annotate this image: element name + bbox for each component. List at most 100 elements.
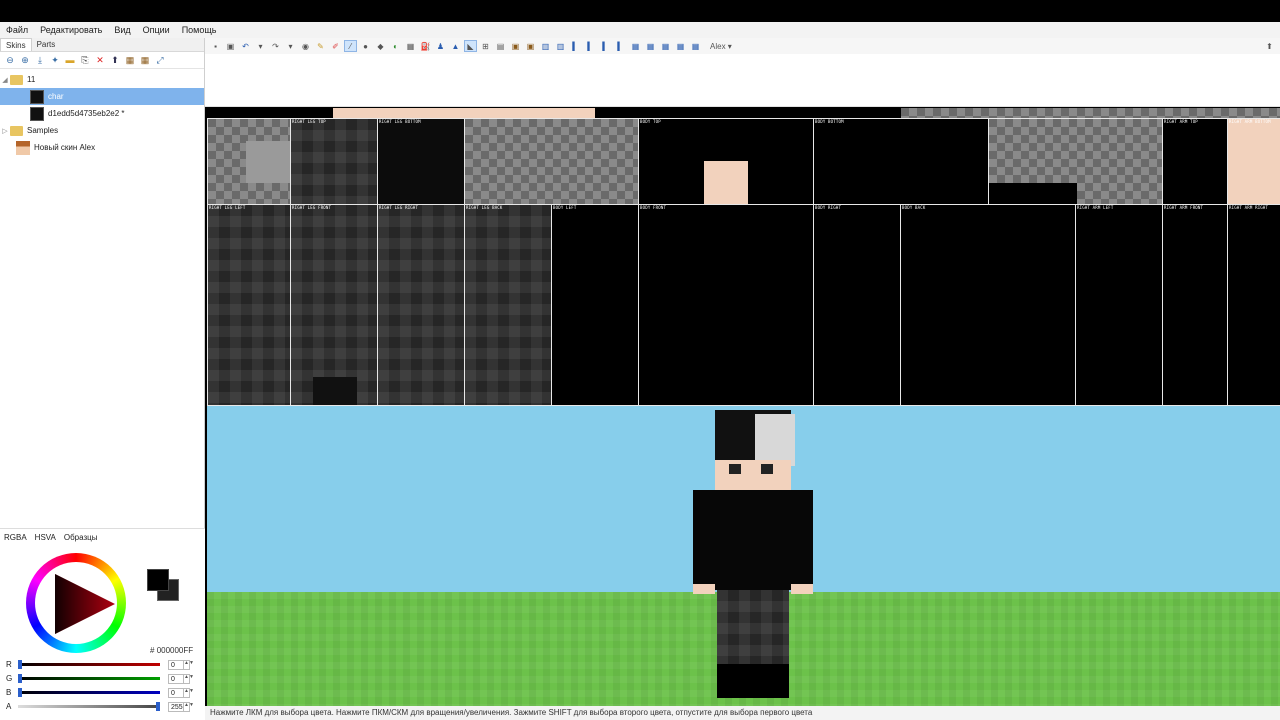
blue-value[interactable]: 0 [168, 687, 184, 698]
tree-item-skin[interactable]: d1edd5d4735eb2e2 * [0, 105, 204, 122]
rename-icon[interactable]: ▦ [124, 54, 136, 66]
tree-item-char[interactable]: char [0, 88, 204, 105]
tab-hsva[interactable]: HSVA [35, 533, 56, 542]
noise-icon[interactable]: ▦ [404, 40, 417, 52]
perspective-icon[interactable]: ▲ [449, 40, 462, 52]
red-track[interactable] [18, 660, 160, 669]
part-body-back[interactable]: BODY BACK [900, 204, 1076, 406]
alpha-slider[interactable]: A 255 ▲▼ [6, 701, 196, 712]
blue-slider[interactable]: B 0 ▲▼ [6, 687, 196, 698]
view-icon[interactable]: ◉ [299, 40, 312, 52]
part-right-arm-right[interactable]: RIGHT ARM RIGHT [1227, 204, 1280, 406]
tab-rgba[interactable]: RGBA [4, 533, 27, 542]
jacket-icon[interactable]: ▥ [554, 40, 567, 52]
blue-spinner-icon[interactable]: ▲▼ [184, 687, 194, 698]
new-skin-icon[interactable]: ✦ [49, 54, 61, 66]
part-right-leg-back[interactable]: RIGHT LEG BACK [464, 204, 552, 406]
3d-preview[interactable] [207, 406, 1280, 706]
part-body-right[interactable]: BODY RIGHT [813, 204, 901, 406]
save-icon[interactable]: ▪ [209, 40, 222, 52]
part-body-top[interactable]: BODY TOP [638, 118, 814, 205]
menu-options[interactable]: Опции [143, 25, 170, 35]
expand-arrow-icon[interactable]: ◢ [0, 76, 10, 84]
undo-dropdown-icon[interactable]: ▾ [254, 40, 267, 52]
collapse-toolbar-icon[interactable]: ⬆ [1263, 40, 1276, 52]
alpha-track[interactable] [18, 702, 160, 711]
new-folder-icon[interactable]: ▬ [64, 54, 76, 66]
helmet-icon[interactable]: ▣ [524, 40, 537, 52]
part-right-leg-right[interactable]: RIGHT LEG RIGHT [377, 204, 465, 406]
head-icon[interactable]: ▣ [509, 40, 522, 52]
stamp-icon[interactable]: ⛽ [419, 40, 432, 52]
part-right-leg-top[interactable]: RIGHT LEG TOP [290, 118, 378, 205]
left-arm-icon[interactable]: ▍ [569, 40, 582, 52]
texture-icon[interactable]: ◣ [464, 40, 477, 52]
part-body-front[interactable]: BODY FRONT [638, 204, 814, 406]
body-icon[interactable]: ▥ [539, 40, 552, 52]
red-value[interactable]: 0 [168, 659, 184, 670]
green-track[interactable] [18, 674, 160, 683]
left-pants-icon[interactable]: ▦ [659, 40, 672, 52]
part-body-bottom[interactable]: BODY BOTTOM [813, 118, 989, 205]
character-model[interactable] [693, 408, 813, 700]
red-spinner-icon[interactable]: ▲▼ [184, 659, 194, 670]
part-right-arm-front[interactable]: RIGHT ARM FRONT [1162, 204, 1228, 406]
green-knob[interactable] [18, 674, 22, 683]
menu-view[interactable]: Вид [114, 25, 130, 35]
right-leg-icon[interactable]: ▦ [644, 40, 657, 52]
green-spinner-icon[interactable]: ▲▼ [184, 673, 194, 684]
tree-alex[interactable]: Новый скин Alex [0, 139, 204, 156]
all-parts-icon[interactable]: ▦ [689, 40, 702, 52]
pencil-icon[interactable]: ✎ [314, 40, 327, 52]
dropper-icon[interactable]: ⁄ [344, 40, 357, 52]
hex-readout[interactable]: # 000000FF [150, 646, 193, 655]
redo-dropdown-icon[interactable]: ▾ [284, 40, 297, 52]
undo-icon[interactable]: ↶ [239, 40, 252, 52]
red-knob[interactable] [18, 660, 22, 669]
primary-color-swatch[interactable] [147, 569, 169, 591]
menu-help[interactable]: Помощь [182, 25, 217, 35]
tree-folder[interactable]: ◢ 11 [0, 71, 204, 88]
red-slider[interactable]: R 0 ▲▼ [6, 659, 196, 670]
fill-icon[interactable]: ◆ [374, 40, 387, 52]
link-icon[interactable]: ⤢ [154, 54, 166, 66]
texture-part[interactable] [988, 118, 1163, 205]
zoom-in-icon[interactable]: ⊕ [19, 54, 31, 66]
model-selector[interactable]: Alex ▾ [710, 42, 732, 51]
alpha-spinner-icon[interactable]: ▲▼ [184, 701, 194, 712]
part-body-left[interactable]: BODY LEFT [551, 204, 639, 406]
right-sleeve-icon[interactable]: ▍ [614, 40, 627, 52]
overlay-icon[interactable]: ▤ [494, 40, 507, 52]
save-all-icon[interactable]: ▣ [224, 40, 237, 52]
tab-swatches[interactable]: Образцы [64, 533, 98, 542]
menu-file[interactable]: Файл [6, 25, 28, 35]
part-right-leg-front[interactable]: RIGHT LEG FRONT [290, 204, 378, 406]
tab-skins[interactable]: Skins [0, 38, 32, 51]
green-value[interactable]: 0 [168, 673, 184, 684]
left-leg-icon[interactable]: ▦ [629, 40, 642, 52]
delete-icon[interactable]: ✕ [94, 54, 106, 66]
import-icon[interactable]: ⤓ [34, 54, 46, 66]
zoom-out-icon[interactable]: ⊖ [4, 54, 16, 66]
clone-icon[interactable]: ⎘ [79, 54, 91, 66]
tab-parts[interactable]: Parts [32, 38, 61, 51]
left-sleeve-icon[interactable]: ▍ [599, 40, 612, 52]
dodge-burn-icon[interactable]: ● [359, 40, 372, 52]
alpha-value[interactable]: 255 [168, 701, 184, 712]
character-icon[interactable]: ♟ [434, 40, 447, 52]
resize-icon[interactable]: ▦ [139, 54, 151, 66]
part-right-arm-top[interactable]: RIGHT ARM TOP [1162, 118, 1228, 205]
texture-part[interactable] [464, 118, 639, 205]
texture-editor[interactable]: RIGHT LEG TOP RIGHT LEG BOTTOM BODY TOP … [207, 108, 1280, 406]
collapse-arrow-icon[interactable]: ▷ [0, 127, 10, 135]
right-pants-icon[interactable]: ▦ [674, 40, 687, 52]
part-right-leg-left[interactable]: RIGHT LEG LEFT [207, 204, 291, 406]
right-arm-icon[interactable]: ▍ [584, 40, 597, 52]
blue-track[interactable] [18, 688, 160, 697]
eraser-icon[interactable]: ✐ [329, 40, 342, 52]
menu-edit[interactable]: Редактировать [40, 25, 102, 35]
part-right-leg-bottom[interactable]: RIGHT LEG BOTTOM [377, 118, 465, 205]
grid-icon[interactable]: ⊞ [479, 40, 492, 52]
texture-part[interactable] [207, 118, 291, 205]
alpha-knob[interactable] [156, 702, 160, 711]
